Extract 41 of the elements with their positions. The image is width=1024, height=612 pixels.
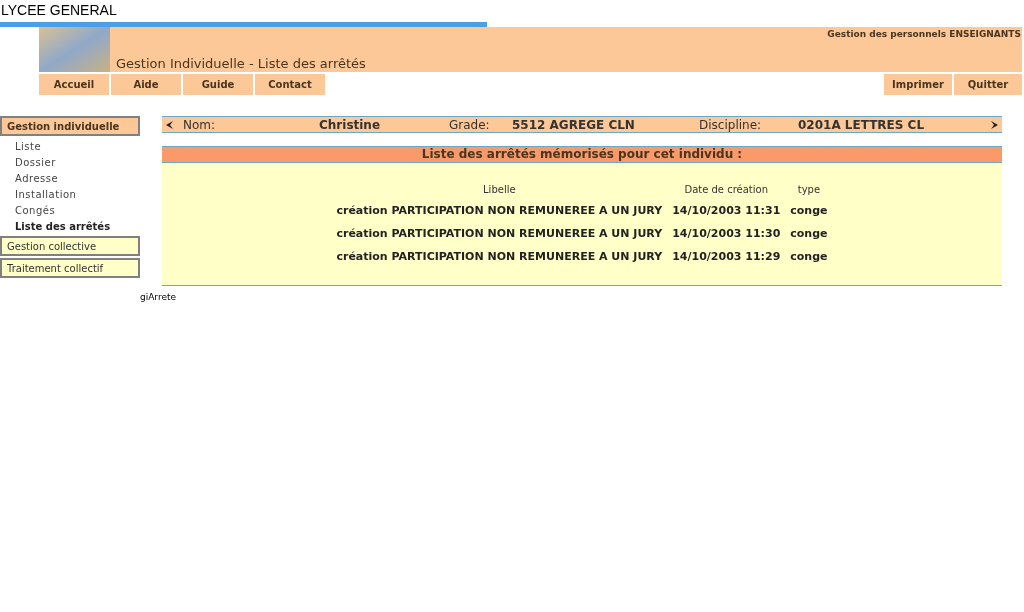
sidebar-section[interactable]: Traitement collectif bbox=[0, 258, 140, 278]
table-cell-text: 14/10/2003 11:29 bbox=[671, 249, 782, 266]
table-cell-text: conge bbox=[789, 249, 829, 266]
discipline-label: Discipline: bbox=[699, 116, 763, 134]
sidebar-item[interactable]: Adresse bbox=[0, 170, 59, 186]
table-cell-text: création PARTICIPATION NON REMUNEREE A UN JURY bbox=[335, 249, 664, 266]
table-cell-text: conge bbox=[789, 226, 829, 243]
page-title: Gestion Individuelle - Liste des arrêtés bbox=[115, 56, 367, 72]
name-label: Nom: bbox=[183, 116, 217, 134]
sidebar-item[interactable]: Congés bbox=[0, 202, 56, 218]
prev-arrow-icon[interactable] bbox=[166, 120, 173, 129]
nav-button[interactable]: Guide bbox=[183, 74, 253, 95]
discipline-value: 0201A LETTRES CL bbox=[798, 116, 926, 134]
sidebar-item[interactable]: Liste bbox=[0, 138, 42, 154]
next-arrow-icon[interactable] bbox=[991, 120, 998, 129]
table-cell-text: conge bbox=[789, 203, 829, 220]
table-cell-text: création PARTICIPATION NON REMUNEREE A UN JURY bbox=[335, 203, 664, 220]
sidebar-section[interactable]: Gestion individuelle bbox=[0, 116, 140, 136]
table-cell-text: 14/10/2003 11:30 bbox=[671, 226, 782, 243]
sidebar-item[interactable]: Dossier bbox=[0, 154, 56, 170]
name-value: Christine bbox=[319, 116, 382, 134]
sidebar-item[interactable]: Installation bbox=[0, 186, 77, 202]
column-header: Date de création bbox=[683, 183, 770, 197]
footer-label: giArrete bbox=[140, 291, 177, 304]
banner-subtitle: Gestion des personnels ENSEIGNANTS bbox=[827, 28, 1022, 41]
table-cell-text: 14/10/2003 11:31 bbox=[671, 203, 782, 220]
nav-button[interactable]: Quitter bbox=[954, 74, 1022, 95]
nav-button[interactable]: Contact bbox=[255, 74, 325, 95]
grade-label: Grade: bbox=[449, 116, 491, 134]
nav-button[interactable]: Imprimer bbox=[884, 74, 952, 95]
table-cell-text: création PARTICIPATION NON REMUNEREE A UN JURY bbox=[335, 226, 664, 243]
list-title: Liste des arrêtés mémorisés pour cet individu : bbox=[162, 146, 1002, 163]
nav-button[interactable]: Accueil bbox=[39, 74, 109, 95]
sidebar-item[interactable]: Liste des arrêtés bbox=[0, 218, 111, 234]
grade-value: 5512 AGREGE CLN bbox=[512, 116, 636, 134]
column-header: Libelle bbox=[482, 183, 517, 197]
photo-placeholder bbox=[39, 27, 110, 72]
nav-button[interactable]: Aide bbox=[111, 74, 181, 95]
column-header: type bbox=[796, 183, 822, 197]
site-title: LYCEE GENERAL bbox=[0, 1, 117, 19]
sidebar-section[interactable]: Gestion collective bbox=[0, 236, 140, 256]
